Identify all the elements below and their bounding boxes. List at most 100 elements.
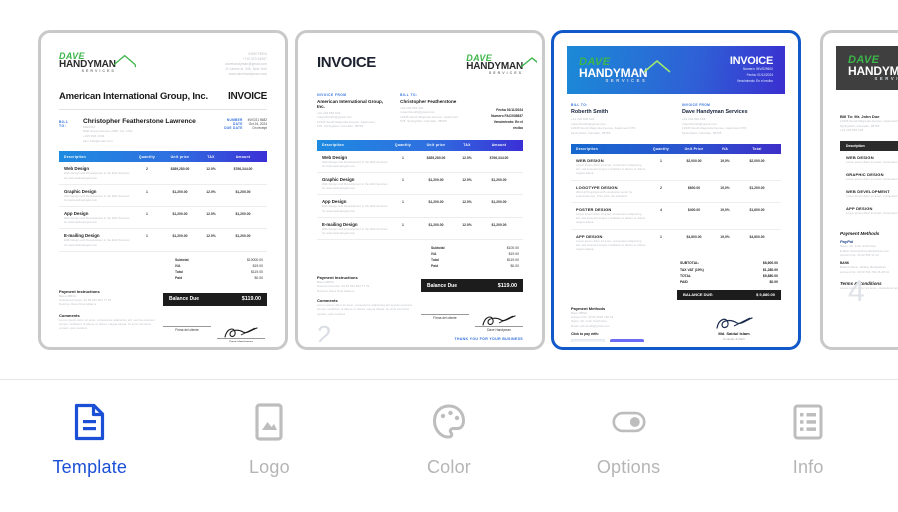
template-card-2[interactable]: INVOICE DAVE HANDYMAN SERVICES INVOICE F… — [295, 30, 545, 350]
template-card-1[interactable]: DAVE HANDYMAN SERVICES 0456778904 +710 9… — [38, 30, 288, 350]
row-amount: $766,344.00 — [233, 167, 253, 172]
doc-title-2: INVOICE — [317, 54, 376, 71]
row-tax: 12.0% — [462, 155, 472, 160]
from-name: American International Group, Inc. — [317, 98, 384, 109]
row-desc: Lorem ipsum dolor sit amet, consectetur … — [576, 212, 646, 225]
row-name: WEB DESIGN — [576, 158, 604, 163]
nav-item-color[interactable]: Color — [359, 380, 539, 478]
client-signature-1: Firma del cliente — [163, 325, 211, 342]
table-row: WEB DESIGN Lorem ipsum dolor sit amet, c… — [840, 151, 898, 168]
table-row: App Design Web Design and Development in … — [59, 207, 267, 230]
template-card-4[interactable]: DAVE HANDYMAN SERVICES Bill To: Mr. John… — [820, 30, 898, 350]
row-desc: Lorem ipsum dolor sit amet, consectetur … — [846, 160, 898, 164]
row-amount: $1,200.00 — [491, 222, 507, 227]
col-tax: IVA — [721, 147, 729, 151]
row-name: GRAPHIC DESIGN — [846, 171, 884, 177]
nav-item-logo[interactable]: Logo — [180, 380, 360, 478]
total-value: $100.00 — [506, 246, 519, 251]
bottom-nav: Template Logo Color Options Info — [0, 379, 898, 512]
row-unit: $1,200.00 — [428, 222, 444, 227]
row-unit: $2,000.00 — [686, 159, 702, 163]
row-qty: 1 — [660, 234, 662, 239]
row-desc: Web Design and Development in the Web Se… — [322, 182, 388, 191]
total-value: $0.00 — [769, 280, 779, 285]
balance-due-bar-1: Balance Due $119.00 — [163, 292, 267, 306]
total-value: $1,280.00 — [762, 267, 778, 272]
table-header-2: Description Quantity Unit price TAX Amou… — [317, 139, 523, 151]
table-row: GRAPHIC DESIGN Lorem ipsum dolor sit ame… — [840, 168, 898, 185]
total-key: Subtotal — [175, 257, 189, 262]
row-qty: 4 — [660, 207, 662, 212]
payment-line: Email: johnsmith@gmail.com — [571, 323, 610, 328]
row-tax: 12.0% — [462, 200, 472, 205]
row-amount: $1,200.00 — [235, 234, 251, 239]
template-carousel[interactable]: DAVE HANDYMAN SERVICES 0456778904 +710 9… — [0, 0, 898, 379]
bill-to-label-2: BILL TO: — [400, 92, 418, 97]
pay-cta-3: Click to pay with: — [571, 331, 599, 336]
row-desc: Web Design and Development in the Web Se… — [322, 227, 388, 235]
row-qty: 1 — [402, 222, 404, 227]
row-unit: $4,800.00 — [686, 234, 702, 239]
col-tax: TAX — [463, 143, 471, 148]
balance-value: $119.00 — [241, 296, 261, 303]
brand-logo: DAVE HANDYMAN SERVICES — [59, 52, 136, 74]
row-tax: 19,0% — [720, 207, 730, 212]
row-name: LOGOTYPE DESIGN — [576, 184, 618, 190]
nav-item-template[interactable]: Template — [0, 380, 180, 478]
doc-title-3: INVOICE — [729, 55, 773, 68]
col-description: Description — [322, 143, 344, 148]
totals-1: Subtotal $10000.00 IVA $19.00 Total $119.00… — [171, 257, 267, 281]
bill-to-name-2: Christopher Featherstone — [400, 98, 457, 104]
invoice-preview-3: DAVE HANDYMAN SERVICES INVOICE Numero: I… — [559, 38, 793, 342]
bank-line: Account No: 00 00 544 782 45 48 44 — [840, 269, 889, 274]
row-unit: $1,200.00 — [172, 234, 188, 239]
row-name: WEB DEVELOPMENT — [846, 188, 890, 194]
row-desc: Lorem ipsum dolor sit amet, consectetur … — [846, 177, 898, 181]
invoice-meta-2: Fecha 01/11/2024 Numero FAC/039837 Venci… — [483, 93, 523, 132]
nav-item-options[interactable]: Options — [539, 380, 719, 478]
invoice-preview-4: DAVE HANDYMAN SERVICES Bill To: Mr. John… — [828, 38, 898, 342]
client-signature-2: Firma del cliente — [421, 314, 469, 332]
sig-owner-label: Dave Handyman — [229, 339, 253, 342]
totals-2: Subtotal $100.00 IVA $19.00 Total $119.00 P… — [427, 245, 523, 269]
row-name: E-mailing Design — [322, 221, 358, 227]
bill-to-2: BILL TO: Christopher Featherstone +01 23… — [400, 93, 473, 132]
row-name: APP DESIGN — [846, 206, 873, 212]
col-description: Description — [846, 143, 865, 148]
col-quantity: Quantity — [652, 147, 670, 151]
bill-to-line: +01 234 854 604 — [840, 128, 864, 132]
row-desc: Web Design and Development in the Web Se… — [64, 194, 130, 202]
total-key: SUBTOTAL: — [680, 261, 700, 266]
row-unit: $600.00 — [687, 185, 701, 190]
bill-to-line: 12345 South Magnolia Avenue, Apartment 6… — [840, 119, 898, 123]
row-tax: 12.0% — [206, 212, 216, 217]
row-amount: $1,200.00 — [235, 189, 251, 194]
total-value: $19.00 — [508, 252, 519, 257]
total-key: Total — [175, 269, 183, 274]
totals-3: SUBTOTAL: $8,600.00 TAX VAT (19%) $1,280.0… — [677, 260, 781, 300]
comments-text-1: Lorem ipsum dolor sit amet, consectetur … — [59, 317, 155, 331]
table-row: Web Design Web Design and Development in … — [317, 151, 523, 173]
total-value: $0.00 — [510, 264, 520, 269]
from-label: INVOICE FROM — [317, 92, 347, 97]
total-key: IVA — [175, 263, 181, 268]
row-unit: $1,200.00 — [172, 212, 188, 217]
template-card-3[interactable]: DAVE HANDYMAN SERVICES INVOICE Numero: I… — [551, 30, 801, 350]
row-desc: Web Design and Development in the Web Se… — [322, 160, 388, 168]
table-row: Web Design Web Design and Development in … — [59, 162, 267, 185]
table-row: E-mailing Design Web Design and Developme… — [59, 229, 267, 252]
table-header-1: Description Quantity Unit price TAX Amou… — [59, 151, 267, 163]
nav-item-info[interactable]: Info — [718, 380, 898, 478]
row-unit: $1,200.00 — [172, 189, 188, 194]
template-picker-screen: DAVE HANDYMAN SERVICES 0456778904 +710 9… — [0, 0, 898, 512]
paypal-button[interactable]: PayPal — [571, 338, 605, 342]
sig-client-label: Firma del cliente — [433, 316, 457, 321]
row-name: WEB DESIGN — [846, 154, 874, 160]
house-roof-icon — [643, 59, 671, 73]
row-desc: Web Design and Development in the Web Se… — [64, 217, 130, 225]
balance-value: $119.00 — [497, 282, 517, 289]
document-icon — [73, 403, 107, 441]
stripe-button[interactable]: stripe — [610, 338, 644, 342]
sig-client-label: Firma del cliente — [175, 327, 199, 332]
row-qty: 1 — [402, 155, 404, 160]
